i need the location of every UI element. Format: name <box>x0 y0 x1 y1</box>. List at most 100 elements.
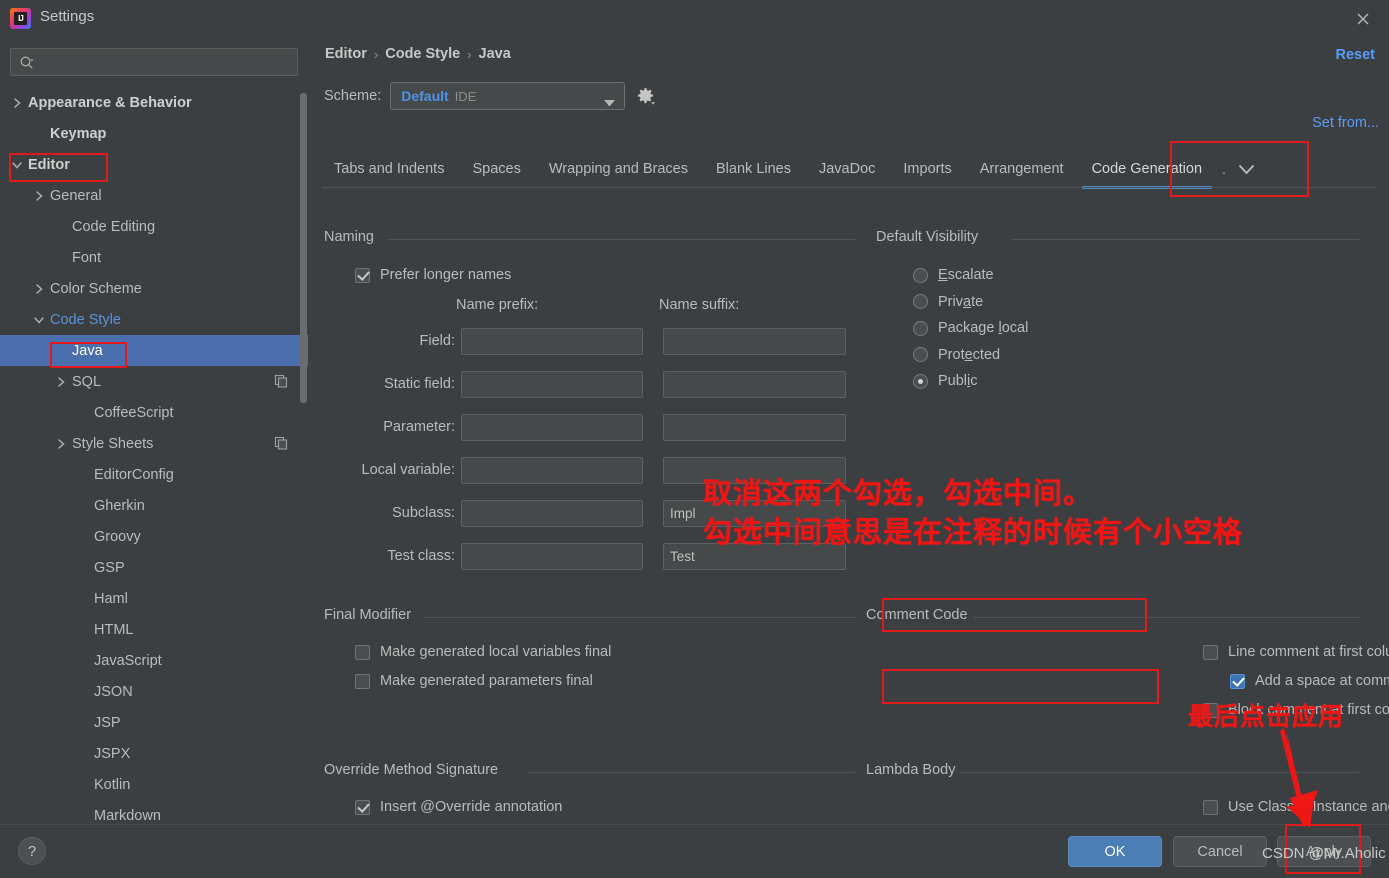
final-modifier-option-make-generated-parameters-final[interactable]: Make generated parameters final <box>355 673 593 689</box>
tab-blank-lines[interactable]: Blank Lines <box>702 149 805 189</box>
sidebar-item-color-scheme[interactable]: Color Scheme <box>0 273 308 304</box>
naming-suffix-input-5[interactable] <box>663 543 846 570</box>
tab-imports[interactable]: Imports <box>889 149 965 189</box>
sidebar-item-gherkin[interactable]: Gherkin <box>0 490 308 521</box>
tab-wrapping-and-braces[interactable]: Wrapping and Braces <box>535 149 702 189</box>
checkbox[interactable] <box>355 799 370 815</box>
visibility-radio[interactable] <box>913 294 928 309</box>
final-modifier-option-make-generated-local-variables-final[interactable]: Make generated local variables final <box>355 644 611 660</box>
comment-code-option-line-comment-at-first-column[interactable]: Line comment at first column <box>1203 644 1389 660</box>
sidebar-item-gsp[interactable]: GSP <box>0 552 308 583</box>
sidebar-item-markdown[interactable]: Markdown <box>0 800 308 824</box>
copy-icon[interactable] <box>274 436 288 450</box>
visibility-option-private[interactable]: Private <box>913 294 983 310</box>
visibility-option-package-local[interactable]: Package local <box>913 320 1028 336</box>
sidebar-item-code-editing[interactable]: Code Editing <box>0 211 308 242</box>
checkbox[interactable] <box>355 644 370 660</box>
naming-prefix-input-0[interactable] <box>461 328 643 355</box>
reset-link[interactable]: Reset <box>1336 47 1376 63</box>
chevron-right-icon[interactable] <box>32 189 46 203</box>
lambda-option-use-class-isinstance-and-class-cast-when[interactable]: Use Class::isInstance and Class::cast wh… <box>1203 799 1389 815</box>
tabs-overflow-chevron-down-icon[interactable] <box>1232 149 1262 189</box>
naming-prefix-input-3[interactable] <box>461 457 643 484</box>
apply-button[interactable]: Apply <box>1277 836 1371 867</box>
chevron-down-icon[interactable] <box>32 313 46 327</box>
visibility-radio[interactable] <box>913 320 928 336</box>
sidebar-item-groovy[interactable]: Groovy <box>0 521 308 552</box>
copy-icon[interactable] <box>274 374 288 388</box>
sidebar-item-kotlin[interactable]: Kotlin <box>0 769 308 800</box>
sidebar-item-coffeescript[interactable]: CoffeeScript <box>0 397 308 428</box>
cancel-button[interactable]: Cancel <box>1173 836 1267 867</box>
visibility-option-escalate[interactable]: Escalate <box>913 267 994 283</box>
comment-code-option-add-a-space-at-comment-start[interactable]: Add a space at comment start <box>1230 673 1389 689</box>
sidebar-item-editorconfig[interactable]: EditorConfig <box>0 459 308 490</box>
sidebar-item-label: JSP <box>94 714 121 731</box>
sidebar-item-haml[interactable]: Haml <box>0 583 308 614</box>
visibility-radio[interactable] <box>913 347 928 362</box>
sidebar-item-label: Markdown <box>94 807 161 824</box>
checkbox[interactable] <box>355 673 370 689</box>
sidebar-item-editor[interactable]: Editor <box>0 149 308 180</box>
tab-javadoc[interactable]: JavaDoc <box>805 149 889 189</box>
visibility-radio[interactable] <box>913 373 928 389</box>
naming-group-rule <box>388 239 855 240</box>
visibility-option-protected[interactable]: Protected <box>913 347 1000 363</box>
chevron-right-icon[interactable] <box>54 437 68 451</box>
naming-prefix-input-2[interactable] <box>461 414 643 441</box>
chevron-right-icon[interactable] <box>54 375 68 389</box>
naming-suffix-input-3[interactable] <box>663 457 846 484</box>
breadcrumb-item-editor[interactable]: Editor <box>325 46 367 62</box>
naming-suffix-input-0[interactable] <box>663 328 846 355</box>
chevron-right-icon[interactable] <box>32 282 46 296</box>
naming-prefix-input-4[interactable] <box>461 500 643 527</box>
naming-suffix-input-1[interactable] <box>663 371 846 398</box>
tab-tabs-and-indents[interactable]: Tabs and Indents <box>320 149 458 189</box>
checkbox[interactable] <box>1203 799 1218 815</box>
sidebar-item-style-sheets[interactable]: Style Sheets <box>0 428 308 459</box>
close-icon[interactable] <box>1337 0 1389 37</box>
search-box[interactable] <box>10 48 298 76</box>
sidebar-item-general[interactable]: General <box>0 180 308 211</box>
sidebar-item-keymap[interactable]: Keymap <box>0 118 308 149</box>
visibility-radio[interactable] <box>913 267 928 283</box>
gear-icon[interactable] <box>634 85 656 107</box>
sidebar-item-java[interactable]: Java <box>0 335 308 366</box>
sidebar-item-code-style[interactable]: Code Style <box>0 304 308 335</box>
visibility-option-public[interactable]: Public <box>913 373 978 389</box>
help-button[interactable]: ? <box>18 837 46 865</box>
breadcrumb-item-code-style[interactable]: Code Style <box>385 46 460 62</box>
scheme-dropdown[interactable]: Default IDE <box>390 82 626 110</box>
comment-code-option-block-comment-at-first-column[interactable]: Block comment at first column <box>1203 702 1389 718</box>
search-input[interactable] <box>41 49 293 75</box>
sidebar-item-javascript[interactable]: JavaScript <box>0 645 308 676</box>
sidebar-item-font[interactable]: Font <box>0 242 308 273</box>
set-from-link[interactable]: Set from... <box>1312 115 1379 131</box>
checkbox[interactable] <box>1230 673 1245 689</box>
naming-prefix-input-1[interactable] <box>461 371 643 398</box>
sidebar-item-jsp[interactable]: JSP <box>0 707 308 738</box>
naming-prefix-input-5[interactable] <box>461 543 643 570</box>
naming-suffix-input-2[interactable] <box>663 414 846 441</box>
checkbox[interactable] <box>1203 644 1218 660</box>
sidebar-item-html[interactable]: HTML <box>0 614 308 645</box>
ok-button[interactable]: OK <box>1068 836 1162 867</box>
prefer-longer-names-checkbox[interactable] <box>355 267 370 283</box>
override-option-insert-override-annotation[interactable]: Insert @Override annotation <box>355 799 562 815</box>
sidebar-scrollbar-thumb[interactable] <box>300 93 307 403</box>
tab-spaces[interactable]: Spaces <box>458 149 534 189</box>
chevron-right-icon[interactable] <box>10 96 24 110</box>
breadcrumb-item-java[interactable]: Java <box>479 46 511 62</box>
sidebar-item-jspx[interactable]: JSPX <box>0 738 308 769</box>
sidebar-item-json[interactable]: JSON <box>0 676 308 707</box>
checkbox[interactable] <box>1203 702 1218 718</box>
sidebar-item-sql[interactable]: SQL <box>0 366 308 397</box>
chevron-down-icon[interactable] <box>10 158 24 172</box>
prefer-longer-names-row[interactable]: Prefer longer names <box>355 267 511 283</box>
tab-code-generation[interactable]: Code Generation <box>1078 149 1216 189</box>
sidebar-item-appearance-behavior[interactable]: Appearance & Behavior <box>0 87 308 118</box>
naming-suffix-input-4[interactable] <box>663 500 846 527</box>
tab-arrangement[interactable]: Arrangement <box>966 149 1078 189</box>
